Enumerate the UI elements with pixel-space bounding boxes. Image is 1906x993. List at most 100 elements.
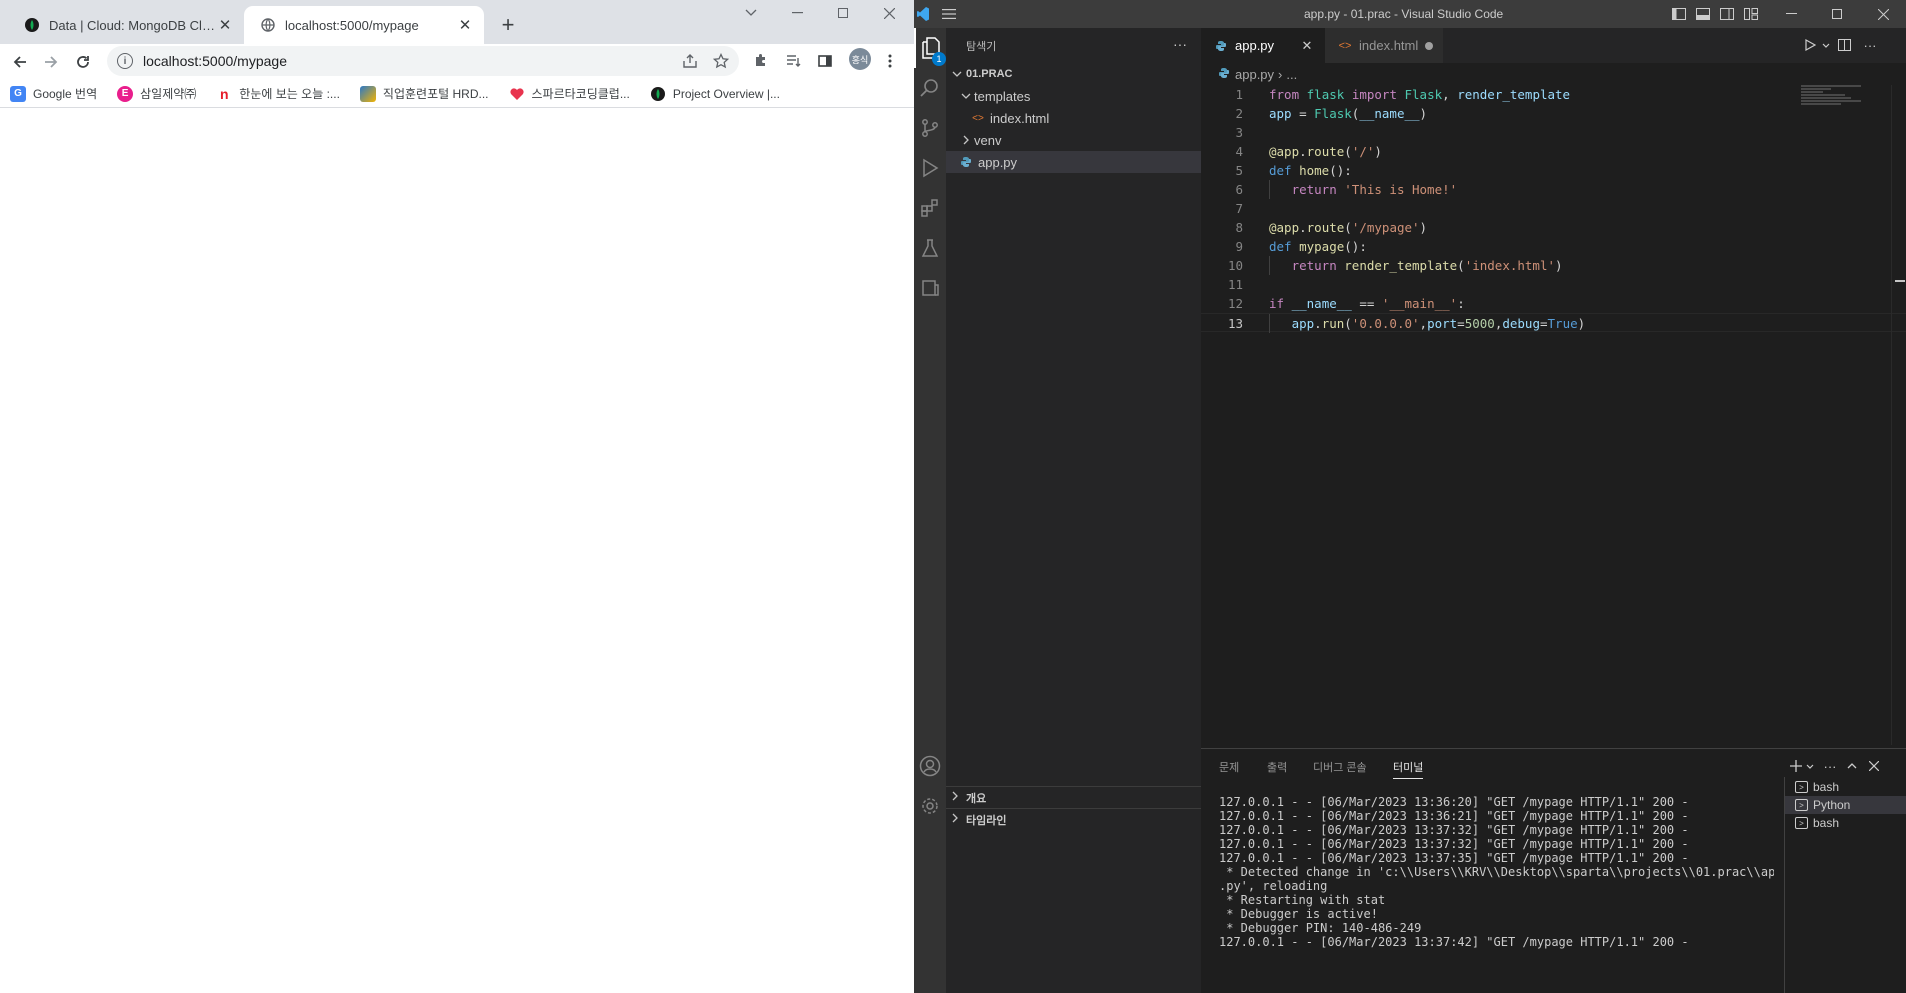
toggle-panel-icon[interactable] <box>1694 5 1712 23</box>
changes-badge: 1 <box>932 52 946 66</box>
chrome-menu-icon[interactable] <box>880 51 900 71</box>
code-text: app = Flask(__name__) <box>1269 106 1428 121</box>
toggle-sidebar-icon[interactable] <box>1670 5 1688 23</box>
maximize-button[interactable] <box>820 0 866 26</box>
line-number: 6 <box>1235 182 1243 197</box>
tab-terminal[interactable]: 터미널 <box>1393 759 1424 779</box>
explorer-icon[interactable]: 1 <box>914 28 946 68</box>
bookmark-project-overview[interactable]: Project Overview |... <box>650 86 780 102</box>
timeline-section-header[interactable]: 타임라인 <box>946 808 1201 830</box>
split-editor-icon[interactable] <box>1835 36 1853 54</box>
search-icon[interactable] <box>914 68 946 108</box>
breadcrumb-symbol[interactable]: ... <box>1286 67 1297 82</box>
unsaved-dot-icon[interactable] <box>1425 41 1433 50</box>
minimap[interactable] <box>1801 85 1881 125</box>
code-line[interactable]: 8 @app.route('/mypage') <box>1201 218 1906 237</box>
code-line[interactable]: 7 <box>1201 199 1906 218</box>
tab-problems[interactable]: 문제 <box>1219 759 1239 779</box>
chrome-toolbar: i localhost:5000/mypage <box>0 44 914 80</box>
code-text: @app.route('/mypage') <box>1269 220 1428 235</box>
remote-explorer-icon[interactable] <box>914 268 946 308</box>
tab-output[interactable]: 출력 <box>1267 759 1287 779</box>
code-line[interactable]: 13 app.run('0.0.0.0',port=5000,debug=Tru… <box>1201 313 1906 333</box>
code-line[interactable]: 3 <box>1201 123 1906 142</box>
editor-scrollbar[interactable] <box>1891 85 1905 745</box>
share-icon[interactable] <box>680 51 700 71</box>
extensions-icon[interactable] <box>914 188 946 228</box>
bookmark-samil[interactable]: E 삼일제약㈜ <box>117 85 196 102</box>
testing-icon[interactable] <box>914 228 946 268</box>
close-panel-icon[interactable] <box>1865 757 1883 775</box>
address-bar[interactable]: i localhost:5000/mypage <box>107 46 739 76</box>
code-line[interactable]: 5 def home(): <box>1201 161 1906 180</box>
more-actions-icon[interactable]: ··· <box>1861 36 1879 54</box>
more-actions-icon[interactable]: ··· <box>1821 757 1839 775</box>
tree-item-venv[interactable]: venv <box>946 129 1201 151</box>
outline-section-header[interactable]: 개요 <box>946 786 1201 808</box>
source-control-icon[interactable] <box>914 108 946 148</box>
menu-icon[interactable] <box>940 5 958 23</box>
more-actions-icon[interactable]: ··· <box>1173 36 1187 52</box>
bookmark-sparta[interactable]: 스파르타코딩클럽... <box>509 85 630 102</box>
terminal-line: 127.0.0.1 - - [06/Mar/2023 13:37:42] "GE… <box>1219 935 1689 949</box>
bookmark-hrd[interactable]: 직업훈련포털 HRD... <box>359 85 489 102</box>
terminal-item-bash[interactable]: > bash <box>1785 778 1906 796</box>
close-icon[interactable]: ✕ <box>216 16 234 34</box>
close-icon[interactable]: ✕ <box>1299 38 1315 54</box>
code-line[interactable]: 9 def mypage(): <box>1201 237 1906 256</box>
forward-button[interactable] <box>37 48 65 76</box>
chrome-tab-localhost[interactable]: localhost:5000/mypage ✕ <box>244 6 484 44</box>
breadcrumb-file[interactable]: app.py <box>1235 67 1274 82</box>
close-icon[interactable]: ✕ <box>456 16 474 34</box>
bookmark-star-icon[interactable] <box>711 51 731 71</box>
chevron-down-icon[interactable] <box>1817 36 1835 54</box>
code-line[interactable]: 4 @app.route('/') <box>1201 142 1906 161</box>
maximize-panel-icon[interactable] <box>1843 757 1861 775</box>
tree-item-templates[interactable]: templates <box>946 85 1201 107</box>
tab-search-icon[interactable] <box>728 0 774 26</box>
toggle-secondary-sidebar-icon[interactable] <box>1718 5 1736 23</box>
bookmark-naver[interactable]: n 한눈에 보는 오늘 :... <box>216 85 340 102</box>
vscode-window: app.py - 01.prac - Visual Studio Code 1 … <box>914 0 1906 993</box>
terminal-label: bash <box>1813 780 1840 794</box>
line-number: 5 <box>1235 163 1243 178</box>
settings-gear-icon[interactable] <box>914 786 946 826</box>
tree-item-index-html[interactable]: <> index.html <box>946 107 1201 129</box>
customize-layout-icon[interactable] <box>1742 5 1760 23</box>
side-panel-icon[interactable] <box>815 51 835 71</box>
maximize-button[interactable] <box>1828 5 1846 23</box>
editor-tab-index-html[interactable]: <> index.html <box>1325 28 1443 63</box>
back-button[interactable] <box>6 48 34 76</box>
chrome-tab-mongodb[interactable]: Data | Cloud: MongoDB Cloud ✕ <box>8 6 244 44</box>
bookmark-google-translate[interactable]: G Google 번역 <box>10 85 97 102</box>
line-number: 2 <box>1235 106 1243 121</box>
code-text: app.run('0.0.0.0',port=5000,debug=True) <box>1291 316 1586 331</box>
window-close-button[interactable] <box>866 0 912 26</box>
extensions-icon[interactable] <box>751 51 771 71</box>
reload-button[interactable] <box>69 48 97 76</box>
code-line[interactable]: 11 <box>1201 275 1906 294</box>
terminal-item-bash[interactable]: > bash <box>1785 814 1906 832</box>
accounts-icon[interactable] <box>914 746 946 786</box>
terminal-output[interactable]: 127.0.0.1 - - [06/Mar/2023 13:36:20] "GE… <box>1219 795 1774 949</box>
reading-list-icon[interactable] <box>783 51 803 71</box>
window-close-button[interactable] <box>1874 5 1892 23</box>
site-info-icon[interactable]: i <box>117 53 133 69</box>
chevron-down-icon[interactable] <box>1801 757 1819 775</box>
code-line[interactable]: 10 return render_template('index.html') <box>1201 256 1906 275</box>
bookmark-label: 삼일제약㈜ <box>140 87 197 101</box>
run-debug-icon[interactable] <box>914 148 946 188</box>
editor-tab-app-py[interactable]: app.py ✕ <box>1201 28 1325 63</box>
tab-debug-console[interactable]: 디버그 콘솔 <box>1313 759 1367 779</box>
avatar[interactable]: 홍식 <box>849 48 871 70</box>
code-line[interactable]: 6 return 'This is Home!' <box>1201 180 1906 199</box>
minimize-button[interactable] <box>1782 5 1800 23</box>
desktop: Data | Cloud: MongoDB Cloud ✕ localhost:… <box>0 0 1906 993</box>
workspace-folder-header[interactable]: 01.PRAC <box>946 63 1201 85</box>
bookmarks-bar: G Google 번역 E 삼일제약㈜ n 한눈에 보는 오늘 :... 직업훈… <box>0 80 914 108</box>
minimize-button[interactable] <box>774 0 820 26</box>
code-line[interactable]: 12 if __name__ == '__main__': <box>1201 294 1906 313</box>
terminal-item-python[interactable]: > Python <box>1785 796 1906 814</box>
tree-item-app-py[interactable]: app.py <box>946 151 1201 173</box>
new-tab-button[interactable]: + <box>494 11 522 39</box>
